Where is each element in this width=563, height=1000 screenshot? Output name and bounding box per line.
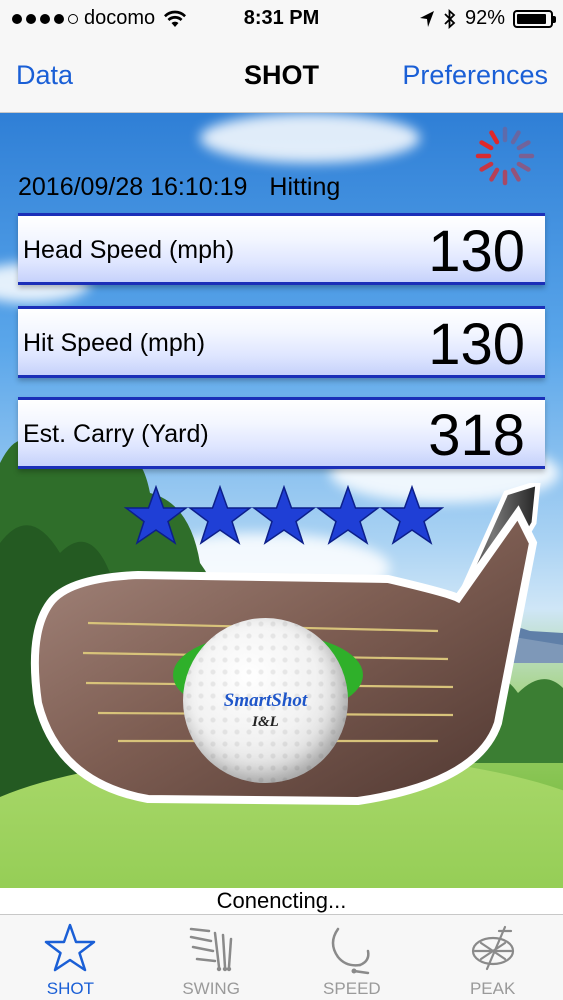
golf-ball-logo: SmartShot I&L	[183, 618, 348, 783]
rating-star-icon	[252, 485, 316, 545]
ball-brand: SmartShot	[223, 690, 308, 711]
status-bar: docomo 8:31 PM 92%	[0, 0, 563, 40]
shot-header: 2016/09/28 16:10:19 Hitting	[18, 173, 340, 202]
metric-value: 130	[428, 312, 525, 377]
metric-label: Hit Speed (mph)	[23, 329, 206, 357]
rating-star-icon	[188, 485, 252, 545]
tab-label: SHOT	[46, 979, 94, 998]
rating-star-icon	[124, 485, 188, 545]
connection-status: Conencting...	[0, 888, 563, 914]
rating-star-icon	[316, 485, 380, 545]
navigation-bar: Data SHOT Preferences	[0, 40, 563, 113]
location-arrow-icon	[419, 10, 434, 27]
cloud	[200, 113, 420, 163]
ball-brand-sub: I&L	[252, 714, 279, 730]
tab-label: SWING	[182, 979, 240, 998]
shot-datetime: 2016/09/28 16:10:19	[18, 173, 248, 201]
star-icon	[45, 923, 96, 972]
status-right: 92%	[419, 7, 556, 30]
hit-speed-panel: Hit Speed (mph) 130	[18, 306, 545, 378]
swing-icon	[189, 927, 233, 972]
tab-label: PEAK	[469, 979, 516, 998]
battery-level	[517, 13, 547, 24]
battery-icon	[513, 9, 556, 28]
metric-label: Head Speed (mph)	[23, 236, 235, 264]
metric-value: 130	[428, 219, 525, 284]
preferences-button[interactable]: Preferences	[402, 60, 548, 91]
peak-icon	[471, 925, 514, 971]
tab-speed[interactable]: SPEED	[282, 915, 423, 1000]
head-speed-panel: Head Speed (mph) 130	[18, 213, 545, 285]
metric-label: Est. Carry (Yard)	[23, 420, 209, 448]
shot-state: Hitting	[269, 173, 341, 201]
loading-spinner-icon	[475, 126, 535, 186]
tab-shot[interactable]: SHOT	[0, 915, 141, 1000]
metric-value: 318	[428, 403, 525, 468]
bluetooth-icon	[444, 8, 456, 29]
tab-swing[interactable]: SWING	[141, 915, 282, 1000]
tab-peak[interactable]: PEAK	[422, 915, 563, 1000]
tab-bar: SHOT SWING SPEED PEAK	[0, 914, 563, 1000]
speed-icon	[331, 927, 370, 975]
rating-stars	[124, 485, 444, 547]
carry-panel: Est. Carry (Yard) 318	[18, 397, 545, 469]
tab-label: SPEED	[323, 979, 381, 998]
shot-view: 2016/09/28 16:10:19 Hitting Head Speed (…	[0, 113, 563, 888]
battery-percent: 92%	[464, 7, 505, 29]
rating-star-icon	[380, 485, 444, 545]
